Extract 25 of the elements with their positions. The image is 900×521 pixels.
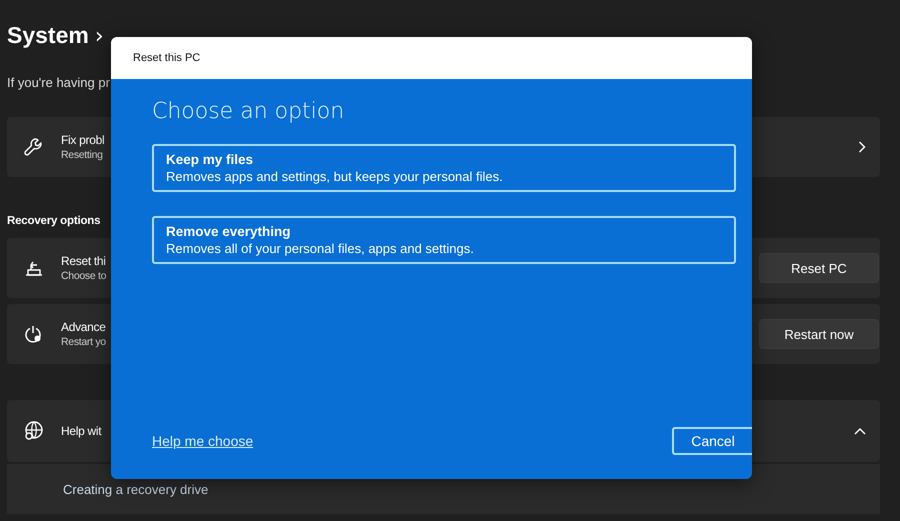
- card-description: Resetting: [61, 149, 104, 161]
- cancel-button[interactable]: Cancel: [672, 427, 752, 455]
- help-link[interactable]: Help me choose: [152, 433, 254, 449]
- section-heading: Recovery options: [7, 215, 102, 227]
- card-title: Fix probl: [61, 133, 104, 147]
- card-description: Choose to: [61, 270, 106, 282]
- breadcrumb-separator: ›: [94, 24, 104, 49]
- recovery-drive-link[interactable]: Creating a recovery drive: [63, 482, 208, 496]
- power-settings-icon: [23, 324, 43, 344]
- intro-text: If you're having pr: [7, 75, 111, 90]
- globe-help-icon: [23, 420, 45, 442]
- card-title: Reset thi: [61, 254, 106, 268]
- card-title: Help wit: [61, 424, 102, 438]
- option-button[interactable]: Keep my files Removes apps and settings, but keeps your personal files.: [152, 144, 736, 192]
- chevron-up-icon[interactable]: [854, 427, 866, 435]
- wrench-icon: [23, 137, 43, 157]
- page-title: System: [7, 22, 89, 49]
- option-button[interactable]: Remove everything Removes all of your personal files, apps and settings.: [152, 216, 736, 264]
- card-button[interactable]: Reset PC: [759, 253, 879, 283]
- card-button[interactable]: Restart now: [759, 319, 879, 349]
- chevron-right-icon[interactable]: [858, 141, 866, 153]
- card-description: Restart yo: [61, 336, 106, 348]
- dialog-heading: Choose an option: [152, 99, 346, 124]
- dialog-title: Reset this PC: [133, 52, 200, 64]
- card-title: Advance: [61, 320, 106, 334]
